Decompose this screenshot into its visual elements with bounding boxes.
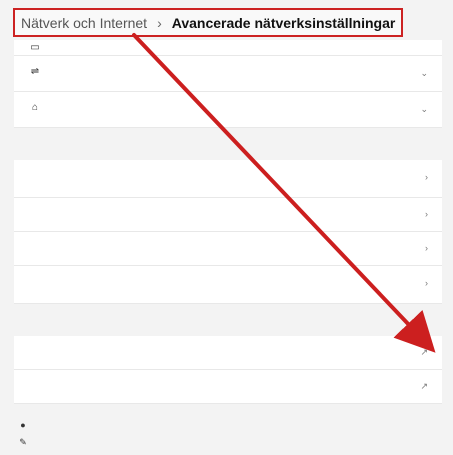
breadcrumb-separator-icon: › (157, 14, 162, 31)
chevron-right-icon: › (425, 172, 428, 182)
breadcrumb-parent-link[interactable]: Nätverk och Internet (21, 15, 147, 31)
footer-link-help[interactable]: ● (18, 420, 34, 430)
chevron-down-icon[interactable]: ⌄ (420, 105, 428, 114)
breadcrumb: Nätverk och Internet › Avancerade nätver… (13, 8, 403, 37)
footer-link-feedback[interactable]: ✎ (18, 437, 34, 447)
external-link-icon: ↗ (420, 381, 428, 391)
settings-row[interactable]: › (14, 266, 442, 304)
page-title: Avancerade nätverksinställningar (171, 14, 396, 31)
chevron-down-icon[interactable]: ⌄ (420, 69, 428, 78)
feedback-icon: ✎ (19, 437, 27, 447)
chevron-right-icon: › (425, 243, 428, 253)
wifi-icon: ⌂ (31, 102, 39, 113)
help-icon: ● (20, 420, 26, 430)
related-settings-row[interactable]: ↗ (14, 336, 442, 370)
settings-page: Nätverk och Internet › Avancerade nätver… (0, 0, 453, 455)
related-settings-row[interactable]: ↗ (14, 370, 442, 404)
ethernet-icon: ⇌ (30, 66, 40, 77)
network-adapter-row[interactable]: ⇌ ⌄ (14, 56, 442, 92)
settings-row[interactable]: › (14, 198, 442, 232)
settings-row[interactable]: › (14, 160, 442, 198)
network-adapter-row[interactable]: ⌂ ⌄ (14, 92, 442, 128)
settings-row[interactable]: › (14, 232, 442, 266)
ethernet-icon: ▭ (30, 42, 40, 53)
chevron-right-icon: › (425, 209, 428, 219)
chevron-right-icon: › (425, 278, 428, 288)
network-adapter-row-partial[interactable]: ▭ (14, 40, 442, 56)
external-link-icon: ↗ (420, 347, 428, 357)
